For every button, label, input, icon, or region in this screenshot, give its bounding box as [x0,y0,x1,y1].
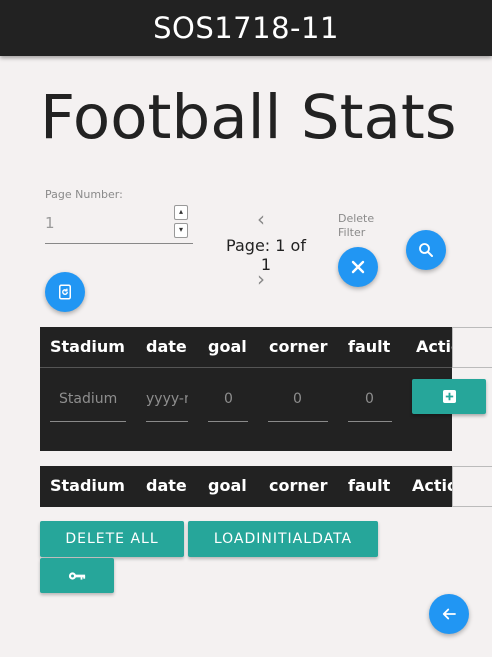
goal-input[interactable]: 0 [208,381,248,422]
arrow-back-icon [442,608,456,620]
results-header-fault: fault [348,476,391,495]
add-row-button[interactable] [412,379,486,414]
page-indicator-line2: 1 [260,255,272,274]
load-initial-data-button[interactable]: LOADINITIALDATA [188,521,378,557]
page-number-input[interactable]: 1 ▴ ▾ [45,204,193,244]
results-table: Stadium date goal corner fault Actions [40,466,452,507]
fault-input[interactable]: 0 [348,381,392,422]
entry-table: Stadium date goal corner fault Actions S… [40,327,452,451]
actions-header-overflow [452,327,492,368]
results-header-date: date [146,476,187,495]
corner-input[interactable]: 0 [268,381,328,422]
stadium-input[interactable]: Stadium [50,381,126,422]
delete-filter-label: Delete Filter [338,212,388,240]
delete-all-button[interactable]: DELETE ALL [40,521,184,557]
column-header-goal: goal [208,337,247,356]
column-header-corner: corner [269,337,328,356]
results-header-corner: corner [269,476,328,495]
search-button[interactable] [406,230,446,270]
column-header-fault: fault [348,337,391,356]
spin-up-icon[interactable]: ▴ [174,205,188,220]
app-bar: SOS1718-11 [0,0,492,56]
results-header-stadium: Stadium [50,476,125,495]
app-title: SOS1718-11 [153,11,339,45]
delete-filter-label-line1: Delete [338,212,375,225]
page-indicator-line1: Page: 1 of [226,236,306,255]
results-header-goal: goal [208,476,247,495]
stadium-placeholder: Stadium [59,391,118,407]
corner-value: 0 [293,391,302,407]
date-placeholder: yyyy-mm-dd [146,391,188,407]
refresh-button[interactable] [45,272,85,312]
date-input[interactable]: yyyy-mm-dd [146,381,188,422]
close-icon [351,260,365,274]
delete-filter-button[interactable] [338,247,378,287]
goal-value: 0 [224,391,233,407]
search-icon [419,243,433,257]
fault-value: 0 [365,391,374,407]
refresh-icon [59,284,71,300]
key-icon [68,571,86,580]
header-divider [40,367,452,368]
column-header-date: date [146,337,187,356]
add-box-icon [442,390,456,403]
results-header-actions: Actions [412,476,452,495]
delete-filter-label-line2: Filter [338,226,366,239]
back-button[interactable] [429,594,469,634]
column-header-stadium: Stadium [50,337,125,356]
page-indicator: Page: 1 of 1 [218,236,314,274]
spin-down-icon[interactable]: ▾ [174,223,188,238]
api-key-button[interactable] [40,558,114,593]
results-actions-overflow [452,466,492,507]
chevron-right-icon[interactable]: › [257,269,265,289]
column-header-actions: Actions [416,337,452,356]
page-number-label: Page Number: [45,188,123,201]
page-title: Football Stats [40,82,457,153]
chevron-left-icon[interactable]: ‹ [257,209,265,229]
page-number-value: 1 [45,214,55,232]
